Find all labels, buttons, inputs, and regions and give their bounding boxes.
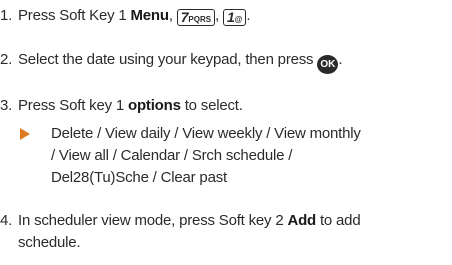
key-7-icon: 7PQRS (176, 9, 216, 26)
step-number: 1. (0, 7, 13, 24)
add-label: Add (287, 212, 316, 229)
bullet-line-3: Del28(Tu)Sche / Clear past (51, 169, 227, 186)
step-number: 4. (0, 212, 13, 229)
key-sub: @ (234, 15, 243, 24)
triangle-right-icon (20, 128, 30, 140)
key-sub: PQRS (188, 15, 212, 24)
step-text-suffix: to add (316, 212, 361, 229)
step-4: 4. In scheduler view mode, press Soft key… (0, 211, 361, 230)
step-4-line-2: schedule. (18, 234, 81, 251)
step-text: Select the date using your keypad, then … (18, 51, 314, 68)
period: . (246, 7, 251, 24)
options-label: options (127, 97, 181, 114)
period: . (338, 51, 343, 68)
step-text: In scheduler view mode, press Soft key 2 (18, 212, 288, 229)
step-text: Press Soft key 1 (18, 97, 128, 114)
key-main: 1 (227, 9, 235, 25)
step-3: 3. Press Soft key 1 options to select. (0, 96, 243, 115)
step-text: Press Soft Key 1 (18, 7, 131, 24)
separator: , (215, 7, 220, 24)
separator: , (168, 7, 173, 24)
ok-button-icon: OK (317, 55, 339, 74)
instruction-page: 1. Press Soft Key 1 Menu, 7PQRS, 1@. 2. Se… (0, 0, 452, 265)
bullet-line-1: Delete / View daily / View weekly / View… (51, 125, 361, 142)
bullet-line-2: / View all / Calendar / Srch schedule / (51, 147, 293, 164)
step-text-suffix: to select. (180, 97, 243, 114)
key-1-icon: 1@ (223, 9, 247, 26)
menu-label: Menu (130, 7, 169, 24)
step-number: 2. (0, 51, 13, 68)
step-2: 2. Select the date using your keypad, the… (0, 50, 342, 74)
step-number: 3. (0, 97, 13, 114)
step-1: 1. Press Soft Key 1 Menu, 7PQRS, 1@. (0, 6, 251, 26)
